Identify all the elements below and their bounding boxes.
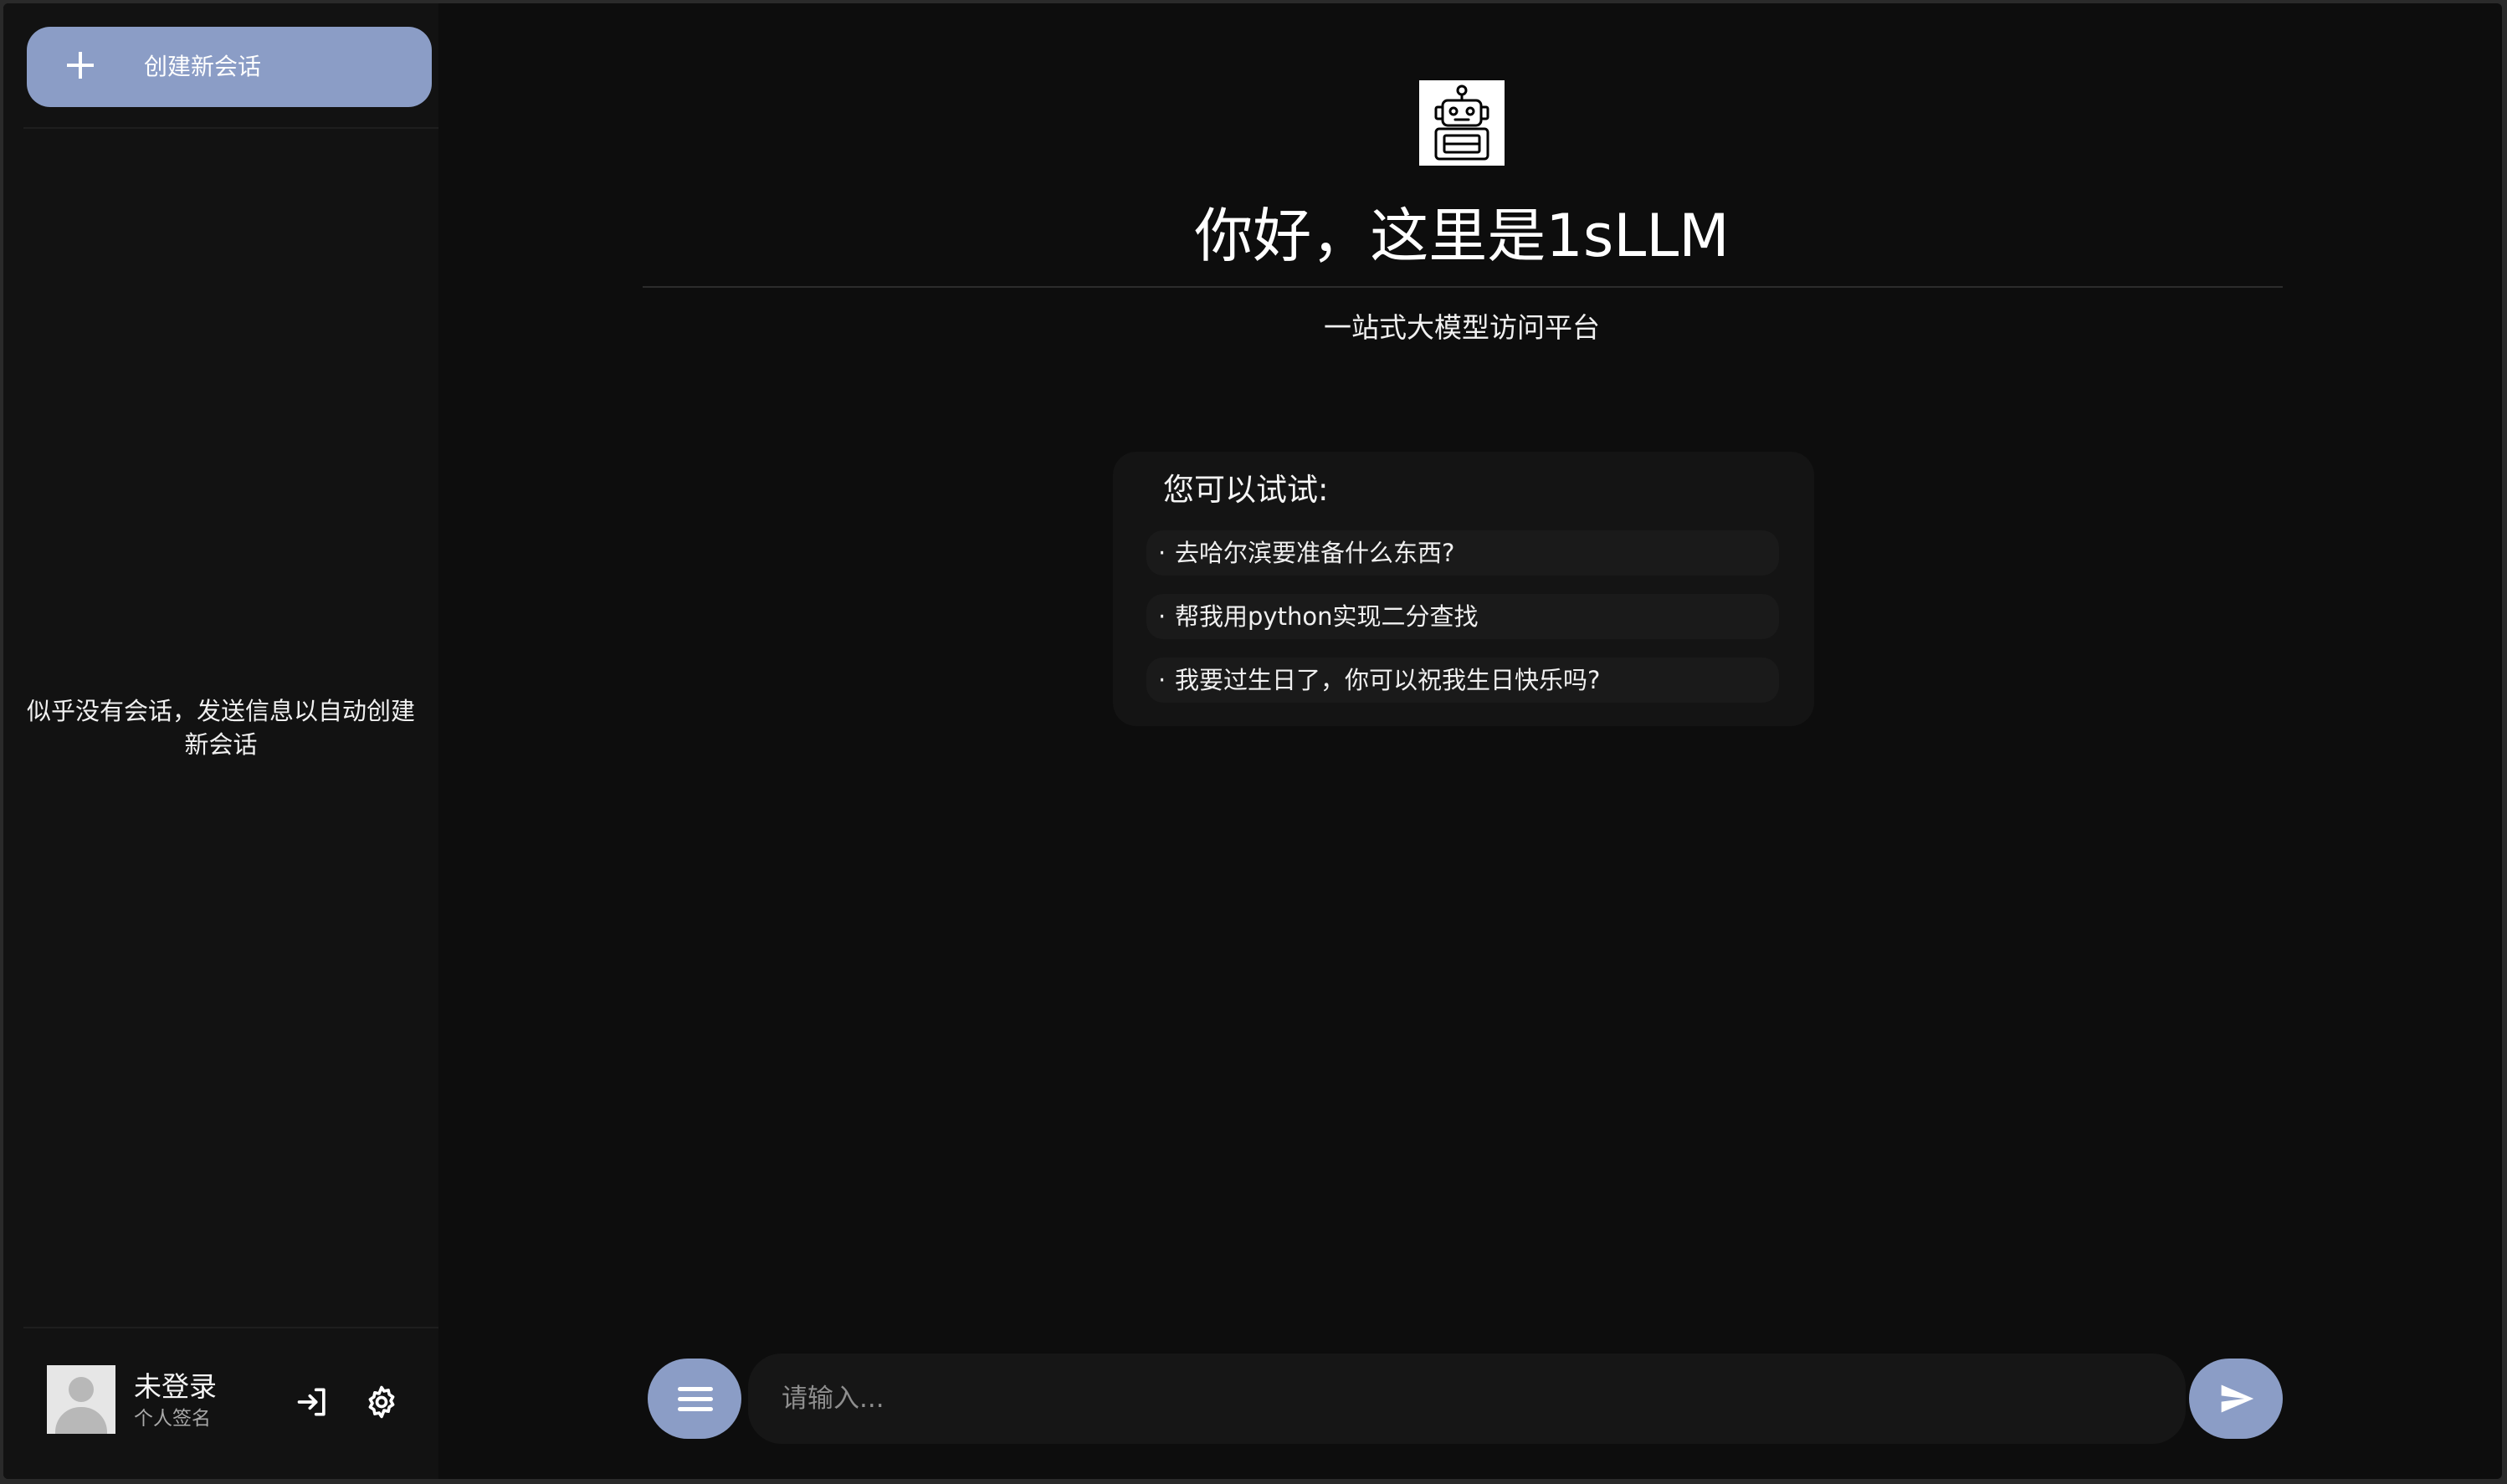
message-input[interactable] bbox=[748, 1354, 2186, 1444]
suggestion-text: 去哈尔滨要准备什么东西? bbox=[1175, 539, 1455, 567]
page-subtitle: 一站式大模型访问平台 bbox=[1324, 311, 1600, 344]
user-signature: 个人签名 bbox=[134, 1408, 211, 1430]
bullet: · bbox=[1158, 666, 1166, 694]
menu-button[interactable] bbox=[648, 1359, 741, 1439]
new-chat-label: 创建新会话 bbox=[144, 53, 262, 80]
suggestion-text: 我要过生日了，你可以祝我生日快乐吗? bbox=[1175, 666, 1601, 694]
main-panel: 你好，这里是1sLLM 一站式大模型访问平台 您可以试试: · 去哈尔滨要准备什… bbox=[438, 3, 2502, 1479]
send-icon bbox=[2221, 1384, 2254, 1413]
suggestion-item[interactable]: · 我要过生日了，你可以祝我生日快乐吗? bbox=[1146, 658, 1779, 703]
plus-icon bbox=[60, 45, 100, 85]
app-window: 创建新会话 似乎没有会话，发送信息以自动创建新会话 未登录 个人签名 你好，这里… bbox=[3, 3, 2502, 1479]
sidebar: 创建新会话 似乎没有会话，发送信息以自动创建新会话 未登录 个人签名 bbox=[3, 3, 438, 1479]
title-divider bbox=[643, 286, 2283, 288]
suggestion-text: 帮我用python实现二分查找 bbox=[1175, 602, 1479, 631]
page-title: 你好，这里是1sLLM bbox=[1194, 202, 1730, 270]
robot-icon bbox=[1419, 80, 1505, 166]
avatar[interactable] bbox=[47, 1365, 115, 1434]
bullet: · bbox=[1158, 602, 1166, 631]
suggestions-title: 您可以试试: bbox=[1163, 472, 1329, 508]
suggestion-item[interactable]: · 帮我用python实现二分查找 bbox=[1146, 594, 1779, 639]
menu-icon bbox=[678, 1397, 713, 1401]
sidebar-divider bbox=[23, 1327, 438, 1328]
avatar-head bbox=[69, 1377, 94, 1402]
bullet: · bbox=[1158, 539, 1166, 567]
suggestions-panel: 您可以试试: · 去哈尔滨要准备什么东西? · 帮我用python实现二分查找 … bbox=[1113, 452, 1814, 726]
sidebar-divider bbox=[23, 127, 438, 129]
gear-icon[interactable] bbox=[363, 1384, 400, 1420]
user-panel: 未登录 个人签名 bbox=[3, 1333, 438, 1479]
new-chat-button[interactable]: 创建新会话 bbox=[27, 27, 432, 107]
menu-icon bbox=[678, 1407, 713, 1411]
send-button[interactable] bbox=[2189, 1359, 2283, 1439]
menu-icon bbox=[678, 1387, 713, 1391]
avatar-body bbox=[55, 1407, 107, 1434]
user-name: 未登录 bbox=[134, 1370, 217, 1403]
suggestion-item[interactable]: · 去哈尔滨要准备什么东西? bbox=[1146, 530, 1779, 576]
empty-conversations-message: 似乎没有会话，发送信息以自动创建新会话 bbox=[26, 697, 415, 759]
login-icon[interactable] bbox=[295, 1384, 331, 1420]
